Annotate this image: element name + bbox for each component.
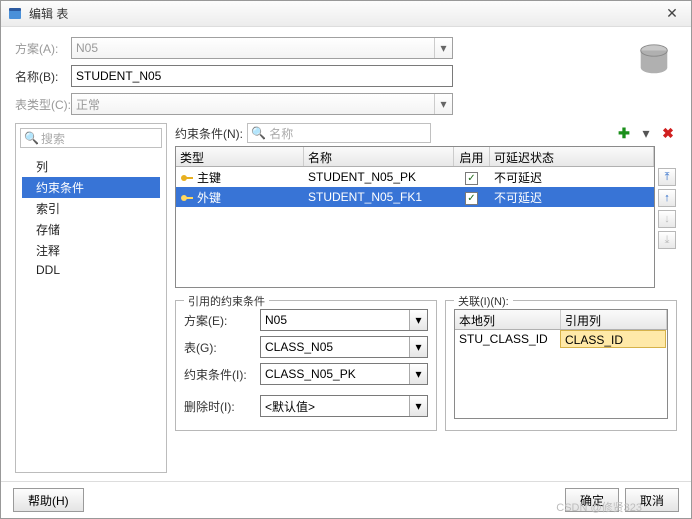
col-enable: 启用 (454, 147, 490, 166)
col-local: 本地列 (455, 310, 561, 329)
tree-item-ddl[interactable]: DDL (22, 261, 160, 279)
ref-col-value[interactable]: CLASS_ID (560, 330, 666, 348)
ref-legend: 引用的约束条件 (184, 293, 269, 309)
ondelete-label: 删除时(I): (184, 398, 260, 415)
enable-checkbox[interactable]: ✓ (465, 172, 478, 185)
col-defer: 可延迟状态 (490, 147, 654, 166)
dropdown-icon[interactable]: ▾ (637, 124, 655, 142)
tree-item-indexes[interactable]: 索引 (22, 198, 160, 219)
enable-checkbox[interactable]: ✓ (465, 192, 478, 205)
move-bottom-button[interactable]: ⤓ (658, 231, 676, 249)
constraints-search-placeholder: 名称 (269, 125, 293, 142)
chevron-down-icon: ▾ (409, 337, 427, 357)
move-down-button[interactable]: ↓ (658, 210, 676, 228)
category-tree: 列 约束条件 索引 存储 注释 DDL (20, 152, 162, 283)
move-up-button[interactable]: ↑ (658, 189, 676, 207)
search-icon: 🔍 (251, 126, 266, 140)
assoc-header: 本地列 引用列 (455, 310, 667, 330)
ref-schema-combo[interactable]: N05▾ (260, 309, 428, 331)
help-button[interactable]: 帮助(H) (13, 488, 84, 512)
name-input[interactable] (71, 65, 453, 87)
constraints-grid: 类型 名称 启用 可延迟状态 主键 STUDENT_N05_PK ✓ 不可延迟 (175, 146, 655, 288)
chevron-down-icon: ▾ (409, 364, 427, 384)
referenced-constraint-group: 引用的约束条件 方案(E): N05▾ 表(G): CLASS_N05▾ 约束条… (175, 300, 437, 431)
schema-label: 方案(A): (15, 40, 71, 57)
tree-item-comments[interactable]: 注释 (22, 240, 160, 261)
constraints-label: 约束条件(N): (175, 125, 243, 142)
chevron-down-icon: ▾ (434, 38, 452, 58)
close-button[interactable]: ✕ (659, 5, 685, 22)
schema-row: 方案(A): N05 ▾ (15, 37, 677, 59)
tree-item-storage[interactable]: 存储 (22, 219, 160, 240)
tree-item-constraints[interactable]: 约束条件 (22, 177, 160, 198)
grid-row-fk[interactable]: 外键 STUDENT_N05_FK1 ✓ 不可延迟 (176, 187, 654, 207)
schema-combo: N05 ▾ (71, 37, 453, 59)
detail-row: 引用的约束条件 方案(E): N05▾ 表(G): CLASS_N05▾ 约束条… (175, 300, 677, 431)
association-group: 关联(I)(N): 本地列 引用列 STU_CLASS_ID CLASS_ID (445, 300, 677, 431)
col-name: 名称 (304, 147, 454, 166)
name-label: 名称(B): (15, 68, 71, 85)
cancel-button[interactable]: 取消 (625, 488, 679, 512)
remove-button[interactable]: ✖ (659, 124, 677, 142)
schema-value: N05 (76, 41, 98, 55)
col-ref: 引用列 (561, 310, 667, 329)
ref-constr-label: 约束条件(I): (184, 366, 260, 383)
grid-header: 类型 名称 启用 可延迟状态 (176, 147, 654, 167)
chevron-down-icon: ▾ (434, 94, 452, 114)
tabletype-value: 正常 (76, 96, 100, 113)
tree-item-columns[interactable]: 列 (22, 156, 160, 177)
ref-table-label: 表(G): (184, 339, 260, 356)
category-tree-pane: 🔍 搜索 列 约束条件 索引 存储 注释 DDL (15, 123, 167, 473)
add-button[interactable]: ✚ (615, 124, 633, 142)
chevron-down-icon: ▾ (409, 310, 427, 330)
move-top-button[interactable]: ⤒ (658, 168, 676, 186)
primary-key-icon (180, 171, 194, 185)
assoc-row[interactable]: STU_CLASS_ID CLASS_ID (455, 330, 667, 350)
tabletype-combo: 正常 ▾ (71, 93, 453, 115)
ref-schema-label: 方案(E): (184, 312, 260, 329)
ref-table-combo[interactable]: CLASS_N05▾ (260, 336, 428, 358)
tabletype-row: 表类型(C): 正常 ▾ (15, 93, 677, 115)
foreign-key-icon (180, 191, 194, 205)
constraints-search[interactable]: 🔍 名称 (247, 123, 431, 143)
association-grid: 本地列 引用列 STU_CLASS_ID CLASS_ID (454, 309, 668, 419)
app-icon (7, 6, 23, 22)
database-icon (635, 41, 673, 79)
ondelete-combo[interactable]: <默认值>▾ (260, 395, 428, 417)
name-row: 名称(B): (15, 65, 677, 87)
window-title: 编辑 表 (29, 5, 659, 22)
right-pane: 约束条件(N): 🔍 名称 ✚ ▾ ✖ 类型 名称 (175, 123, 677, 473)
tabletype-label: 表类型(C): (15, 96, 71, 113)
local-col-value: STU_CLASS_ID (455, 330, 559, 350)
dialog-content: 方案(A): N05 ▾ 名称(B): 表类型(C): 正常 ▾ 🔍 搜索 (1, 27, 691, 481)
ok-button[interactable]: 确定 (565, 488, 619, 512)
tree-search[interactable]: 🔍 搜索 (20, 128, 162, 148)
constraints-toolbar: 约束条件(N): 🔍 名称 ✚ ▾ ✖ (175, 123, 677, 143)
col-type: 类型 (176, 147, 304, 166)
chevron-down-icon: ▾ (409, 396, 427, 416)
main-row: 🔍 搜索 列 约束条件 索引 存储 注释 DDL 约束条件(N): 🔍 (15, 123, 677, 473)
search-icon: 🔍 (24, 131, 38, 145)
title-bar: 编辑 表 ✕ (1, 1, 691, 27)
constraints-grid-wrap: 类型 名称 启用 可延迟状态 主键 STUDENT_N05_PK ✓ 不可延迟 (175, 146, 677, 288)
button-bar: 帮助(H) 确定 取消 CSDN @修贤323 (1, 481, 691, 518)
ref-constr-combo[interactable]: CLASS_N05_PK▾ (260, 363, 428, 385)
reorder-buttons: ⤒ ↑ ↓ ⤓ (657, 146, 677, 288)
search-placeholder: 搜索 (41, 130, 65, 147)
rel-legend: 关联(I)(N): (454, 293, 513, 309)
grid-row-pk[interactable]: 主键 STUDENT_N05_PK ✓ 不可延迟 (176, 167, 654, 187)
dialog-window: 编辑 表 ✕ 方案(A): N05 ▾ 名称(B): 表类型(C): 正常 ▾ (0, 0, 692, 519)
